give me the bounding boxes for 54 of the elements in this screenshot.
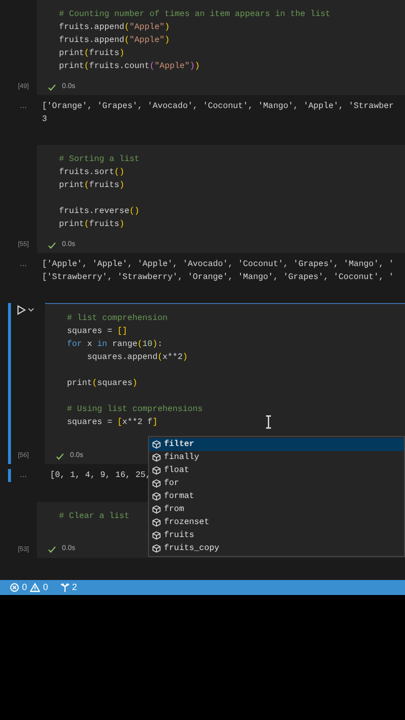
code-line: # Sorting a list xyxy=(59,153,140,166)
check-icon xyxy=(48,242,56,248)
suggestion-item[interactable]: for xyxy=(149,477,404,490)
cube-icon xyxy=(152,440,161,449)
output-line: ['Apple', 'Apple', 'Apple', 'Avocado', 'Coconut', 'Grapes', 'Mango', ' xyxy=(42,258,394,270)
cube-icon xyxy=(152,518,161,527)
run-icon[interactable] xyxy=(17,305,26,315)
code-line: squares.append(x**2) xyxy=(86,351,188,364)
cube-icon xyxy=(152,466,161,475)
error-icon xyxy=(10,583,19,592)
code-line: print(fruits) xyxy=(59,179,124,192)
output-marker: ... xyxy=(20,258,27,270)
code-line: print(fruits) xyxy=(59,47,124,60)
code-line: # Clear a list xyxy=(59,510,130,522)
cube-icon xyxy=(152,479,161,488)
code-line: squares = [x**2 f] xyxy=(67,416,158,429)
suggestion-item[interactable]: filter xyxy=(149,438,404,451)
suggestion-item[interactable]: format xyxy=(149,490,404,503)
suggestion-item[interactable]: fruits xyxy=(149,529,404,542)
code-line: print(squares) xyxy=(67,377,138,390)
cube-icon xyxy=(152,453,161,462)
suggestion-item[interactable]: from xyxy=(149,503,404,516)
suggestion-item[interactable]: frozenset xyxy=(149,516,404,529)
check-icon xyxy=(56,452,64,460)
code-line: print(fruits) xyxy=(59,218,124,231)
warning-icon xyxy=(30,583,40,592)
code-line: fruits.append("Apple") xyxy=(59,34,170,47)
suggestion-item[interactable]: float xyxy=(149,464,404,477)
cube-icon xyxy=(152,492,161,501)
cube-icon xyxy=(152,531,161,540)
code-line: fruits.reverse() xyxy=(59,205,140,218)
code-line: # Counting number of times an item appears in the list xyxy=(59,8,330,21)
check-icon xyxy=(48,84,56,90)
output-marker: ... xyxy=(20,469,27,481)
output-marker: ... xyxy=(20,100,27,112)
cube-icon xyxy=(152,544,161,553)
code-line: for x in range(10): xyxy=(67,338,163,351)
code-line: fruits.append("Apple") xyxy=(59,21,170,34)
code-line: print(fruits.count("Apple")) xyxy=(59,60,200,73)
code-line: squares = [] xyxy=(67,325,128,338)
output-line: ['Strawberry', 'Strawberry', 'Orange', 'Mango', 'Grapes', 'Coconut', ' xyxy=(42,270,394,283)
chevron-down-icon[interactable] xyxy=(28,308,34,312)
antenna-icon xyxy=(60,583,70,592)
code-line: fruits.sort() xyxy=(59,166,124,179)
output-line: ['Orange', 'Grapes', 'Avocado', 'Coconut', 'Mango', 'Apple', 'Strawber xyxy=(42,100,394,112)
text-cursor-icon xyxy=(265,415,272,429)
cube-icon xyxy=(152,505,161,514)
output-line: [0, 1, 4, 9, 16, 25, xyxy=(50,469,151,482)
output-line: 3 xyxy=(42,112,48,125)
suggestion-item[interactable]: finally xyxy=(149,451,404,464)
code-line: # Using list comprehensions xyxy=(67,403,203,416)
check-icon xyxy=(48,546,56,553)
code-line: # list comprehension xyxy=(67,312,168,325)
suggestion-item[interactable]: fruits_copy xyxy=(149,542,404,555)
